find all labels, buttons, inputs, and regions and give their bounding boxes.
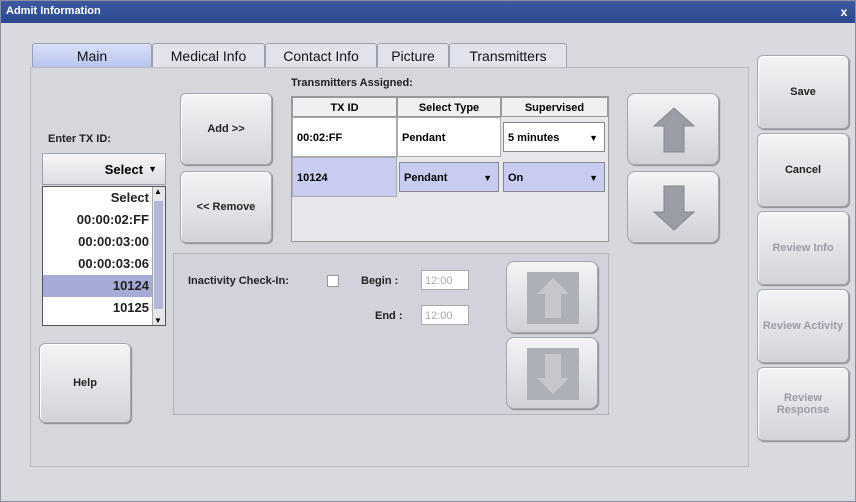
tx-id-listbox[interactable]: Select 00:00:02:FF 00:00:03:00 00:00:03:… — [42, 186, 166, 326]
tab-medical-info[interactable]: Medical Info — [152, 43, 265, 68]
scroll-down-icon[interactable]: ▼ — [154, 316, 162, 325]
close-icon[interactable]: x — [837, 5, 851, 19]
table-cell-tx-id[interactable]: 10124 — [292, 157, 397, 197]
arrow-up-icon — [652, 107, 696, 153]
column-header-tx-id: TX ID — [292, 97, 397, 117]
chevron-down-icon: ▼ — [148, 164, 157, 174]
end-time-input[interactable]: 12:00 — [421, 305, 469, 325]
inactivity-checkbox[interactable] — [327, 275, 339, 287]
add-button[interactable]: Add >> — [180, 93, 272, 165]
chevron-down-icon: ▼ — [483, 173, 492, 183]
tab-contact-info[interactable]: Contact Info — [265, 43, 377, 68]
window-title: Admit Information — [6, 5, 101, 17]
scroll-up-icon[interactable]: ▲ — [154, 187, 162, 196]
begin-label: Begin : — [361, 275, 399, 287]
transmitters-table: TX ID Select Type Supervised 00:02:FF Pe… — [291, 96, 609, 242]
begin-time-input[interactable]: 12:00 — [421, 270, 469, 290]
arrow-up-icon — [527, 272, 579, 324]
supervised-value: 5 minutes — [508, 132, 560, 144]
chevron-down-icon: ▼ — [589, 133, 598, 143]
move-up-button[interactable] — [627, 93, 719, 165]
cancel-button[interactable]: Cancel — [757, 133, 849, 207]
inactivity-up-button[interactable] — [506, 261, 598, 333]
tab-transmitters[interactable]: Transmitters — [449, 43, 567, 68]
title-bar: Admit Information x — [1, 1, 855, 23]
review-response-button[interactable]: Review Response — [757, 367, 849, 441]
inactivity-down-button[interactable] — [506, 337, 598, 409]
tx-id-select-value: Select — [104, 161, 144, 177]
enter-tx-id-label: Enter TX ID: — [48, 133, 111, 145]
admit-information-window: Admit Information x Main Medical Info Co… — [0, 0, 856, 502]
column-header-supervised: Supervised — [501, 97, 608, 117]
list-item[interactable]: 00:00:03:06 — [43, 253, 165, 275]
tab-picture[interactable]: Picture — [377, 43, 449, 68]
list-item[interactable]: 00:00:02:FF — [43, 209, 165, 231]
supervised-dropdown[interactable]: 5 minutes ▼ — [503, 122, 605, 152]
inactivity-check-in-label: Inactivity Check-In: — [188, 275, 289, 287]
type-value: Pendant — [404, 172, 448, 184]
review-activity-button[interactable]: Review Activity — [757, 289, 849, 363]
list-item-selected[interactable]: 10124 — [43, 275, 165, 297]
supervised-value: On — [508, 172, 524, 184]
help-button[interactable]: Help — [39, 343, 131, 423]
table-cell-type[interactable]: Pendant — [397, 117, 501, 157]
save-button[interactable]: Save — [757, 55, 849, 129]
table-cell-tx-id[interactable]: 00:02:FF — [292, 117, 397, 157]
list-item[interactable]: 10125 — [43, 297, 165, 319]
list-scrollbar[interactable]: ▲ ▼ — [152, 187, 165, 325]
tab-main[interactable]: Main — [32, 43, 152, 68]
column-header-select-type: Select Type — [397, 97, 501, 117]
arrow-down-icon — [527, 348, 579, 400]
chevron-down-icon: ▼ — [589, 173, 598, 183]
type-dropdown[interactable]: Pendant ▼ — [399, 162, 499, 192]
remove-button[interactable]: << Remove — [180, 171, 272, 243]
review-info-button[interactable]: Review Info — [757, 211, 849, 285]
tx-id-select[interactable]: Select ▼ — [42, 153, 166, 185]
list-item[interactable]: 00:00:03:00 — [43, 231, 165, 253]
list-item[interactable]: Select — [43, 187, 165, 209]
scroll-thumb[interactable] — [154, 201, 163, 309]
move-down-button[interactable] — [627, 171, 719, 243]
supervised-dropdown[interactable]: On ▼ — [503, 162, 605, 192]
end-label: End : — [375, 310, 403, 322]
transmitters-assigned-label: Transmitters Assigned: — [291, 77, 413, 89]
arrow-down-icon — [652, 185, 696, 231]
